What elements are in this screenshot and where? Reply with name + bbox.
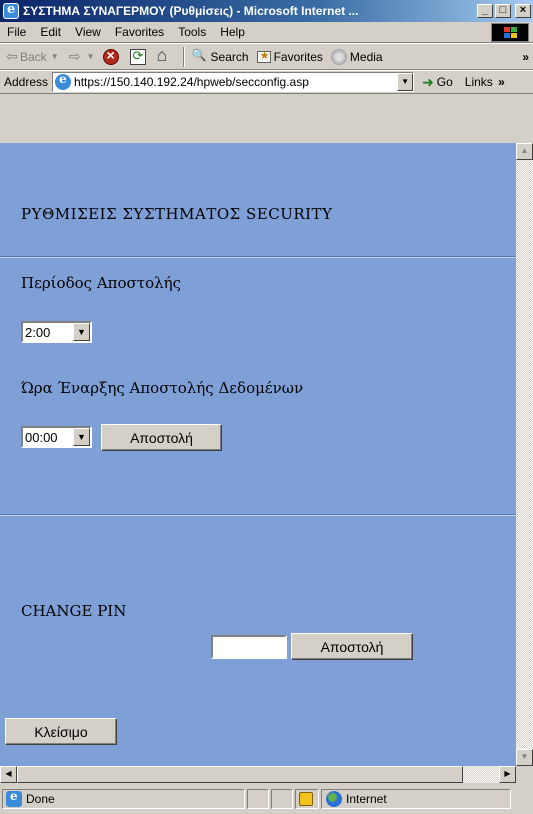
maximize-button[interactable]: □ — [495, 4, 511, 18]
menu-bar: File Edit View Favorites Tools Help — [0, 22, 533, 43]
change-pin-label: CHANGE PIN — [21, 602, 127, 620]
status-text: Done — [26, 791, 55, 806]
links-label: Links — [464, 75, 493, 89]
menu-file[interactable]: File — [0, 25, 33, 39]
period-label: Περίοδος Αποστολής — [21, 274, 181, 292]
horizontal-scroll-thumb[interactable] — [17, 766, 463, 783]
media-icon — [330, 48, 347, 65]
pin-send-button[interactable]: Αποστολή — [291, 633, 413, 660]
address-url: https://150.140.192.24/hpweb/secconfig.a… — [74, 75, 309, 89]
divider — [0, 256, 516, 258]
go-arrow-icon: ➜ — [422, 73, 434, 90]
stop-icon — [102, 47, 119, 65]
menu-favorites[interactable]: Favorites — [108, 25, 171, 39]
favorites-label: Favorites — [273, 49, 323, 64]
scroll-down-icon[interactable]: ▼ — [516, 749, 533, 766]
chevron-down-icon[interactable]: ▼ — [73, 428, 90, 446]
period-select[interactable]: 2:00 ▼ — [21, 321, 92, 343]
links-more-chevron: » — [498, 75, 505, 89]
status-text-pane: Done — [2, 788, 245, 809]
favorites-button[interactable]: Favorites — [253, 45, 327, 69]
status-pane — [271, 788, 293, 809]
refresh-button[interactable] — [126, 45, 153, 69]
forward-dropdown-icon[interactable]: ▼ — [87, 52, 95, 61]
search-label: Search — [210, 49, 249, 64]
address-input[interactable]: https://150.140.192.24/hpweb/secconfig.a… — [52, 72, 415, 92]
menu-help[interactable]: Help — [213, 25, 252, 39]
refresh-icon — [129, 48, 146, 65]
back-button[interactable]: ⇦ Back ▼ — [0, 45, 63, 69]
send-button[interactable]: Αποστολή — [101, 424, 222, 451]
scroll-up-icon[interactable]: ▲ — [516, 143, 533, 160]
divider — [0, 514, 516, 516]
media-button[interactable]: Media — [327, 45, 387, 69]
window-title: ΣΥΣΤΗΜΑ ΣΥΝΑΓΕΡΜΟΥ (Ρυθμίσεις) - Microso… — [23, 4, 359, 18]
search-icon — [192, 48, 208, 65]
minimize-button[interactable]: _ — [477, 4, 493, 18]
start-time-label: Ώρα Έναρξης Αποστολής Δεδομένων — [21, 379, 304, 397]
toolbar-more-chevron[interactable]: » — [522, 50, 533, 64]
favorites-icon — [256, 49, 271, 63]
media-label: Media — [349, 49, 383, 64]
back-label: Back — [20, 49, 47, 64]
status-bar: Done Internet — [0, 783, 533, 814]
toolbar: ⇦ Back ▼ ⇨ ▼ Search Favorites Media » — [0, 43, 533, 70]
menu-edit[interactable]: Edit — [33, 25, 68, 39]
forward-button[interactable]: ⇨ ▼ — [63, 45, 99, 69]
start-time-value: 00:00 — [25, 429, 58, 445]
security-pane — [295, 788, 319, 809]
back-dropdown-icon[interactable]: ▼ — [51, 52, 59, 61]
go-label: Go — [436, 75, 453, 89]
menu-view[interactable]: View — [68, 25, 108, 39]
home-button[interactable] — [153, 45, 180, 69]
scroll-right-icon[interactable]: ▶ — [499, 766, 516, 783]
ie-icon — [3, 2, 19, 19]
address-dropdown-icon[interactable]: ▼ — [397, 73, 414, 91]
ie-page-icon — [6, 789, 22, 807]
period-value: 2:00 — [25, 324, 51, 340]
close-button[interactable]: × — [515, 4, 531, 18]
stop-button[interactable] — [99, 45, 126, 69]
pin-input[interactable] — [211, 635, 287, 659]
menu-tools[interactable]: Tools — [171, 25, 213, 39]
scroll-left-icon[interactable]: ◀ — [0, 766, 17, 783]
start-time-select[interactable]: 00:00 ▼ — [21, 426, 92, 448]
scroll-corner — [516, 766, 533, 783]
page-icon — [55, 72, 72, 90]
globe-icon — [326, 790, 342, 807]
status-pane — [247, 788, 269, 809]
horizontal-scroll-track[interactable] — [463, 766, 499, 783]
search-button[interactable]: Search — [188, 45, 253, 69]
chevron-down-icon[interactable]: ▼ — [73, 323, 90, 341]
zone-pane: Internet — [321, 788, 511, 809]
lock-icon — [299, 791, 313, 806]
forward-arrow-icon: ⇨ — [68, 48, 81, 64]
address-bar: Address https://150.140.192.24/hpweb/sec… — [0, 70, 533, 94]
links-button[interactable]: Links » — [465, 75, 505, 89]
go-button[interactable]: ➜ Go — [422, 74, 453, 91]
home-icon — [157, 45, 173, 66]
page-content: ΡΥΘΜΙΣΕΙΣ ΣΥΣΤΗΜΑΤΟΣ SECURITY Περίοδος Α… — [0, 143, 516, 766]
horizontal-scrollbar[interactable]: ◀ ▶ — [0, 766, 516, 783]
windows-logo-icon — [491, 23, 529, 42]
page-title: ΡΥΘΜΙΣΕΙΣ ΣΥΣΤΗΜΑΤΟΣ SECURITY — [21, 205, 333, 223]
title-bar: ΣΥΣΤΗΜΑ ΣΥΝΑΓΕΡΜΟΥ (Ρυθμίσεις) - Microso… — [0, 0, 533, 22]
vertical-scrollbar[interactable]: ▲ ▼ — [516, 143, 533, 766]
address-label: Address — [4, 75, 49, 89]
window-controls: _ □ × — [477, 4, 531, 18]
back-arrow-icon: ⇦ — [6, 48, 18, 64]
zone-label: Internet — [346, 791, 387, 806]
toolbar-separator — [182, 46, 185, 67]
close-page-button[interactable]: Κλείσιμο — [5, 718, 117, 745]
